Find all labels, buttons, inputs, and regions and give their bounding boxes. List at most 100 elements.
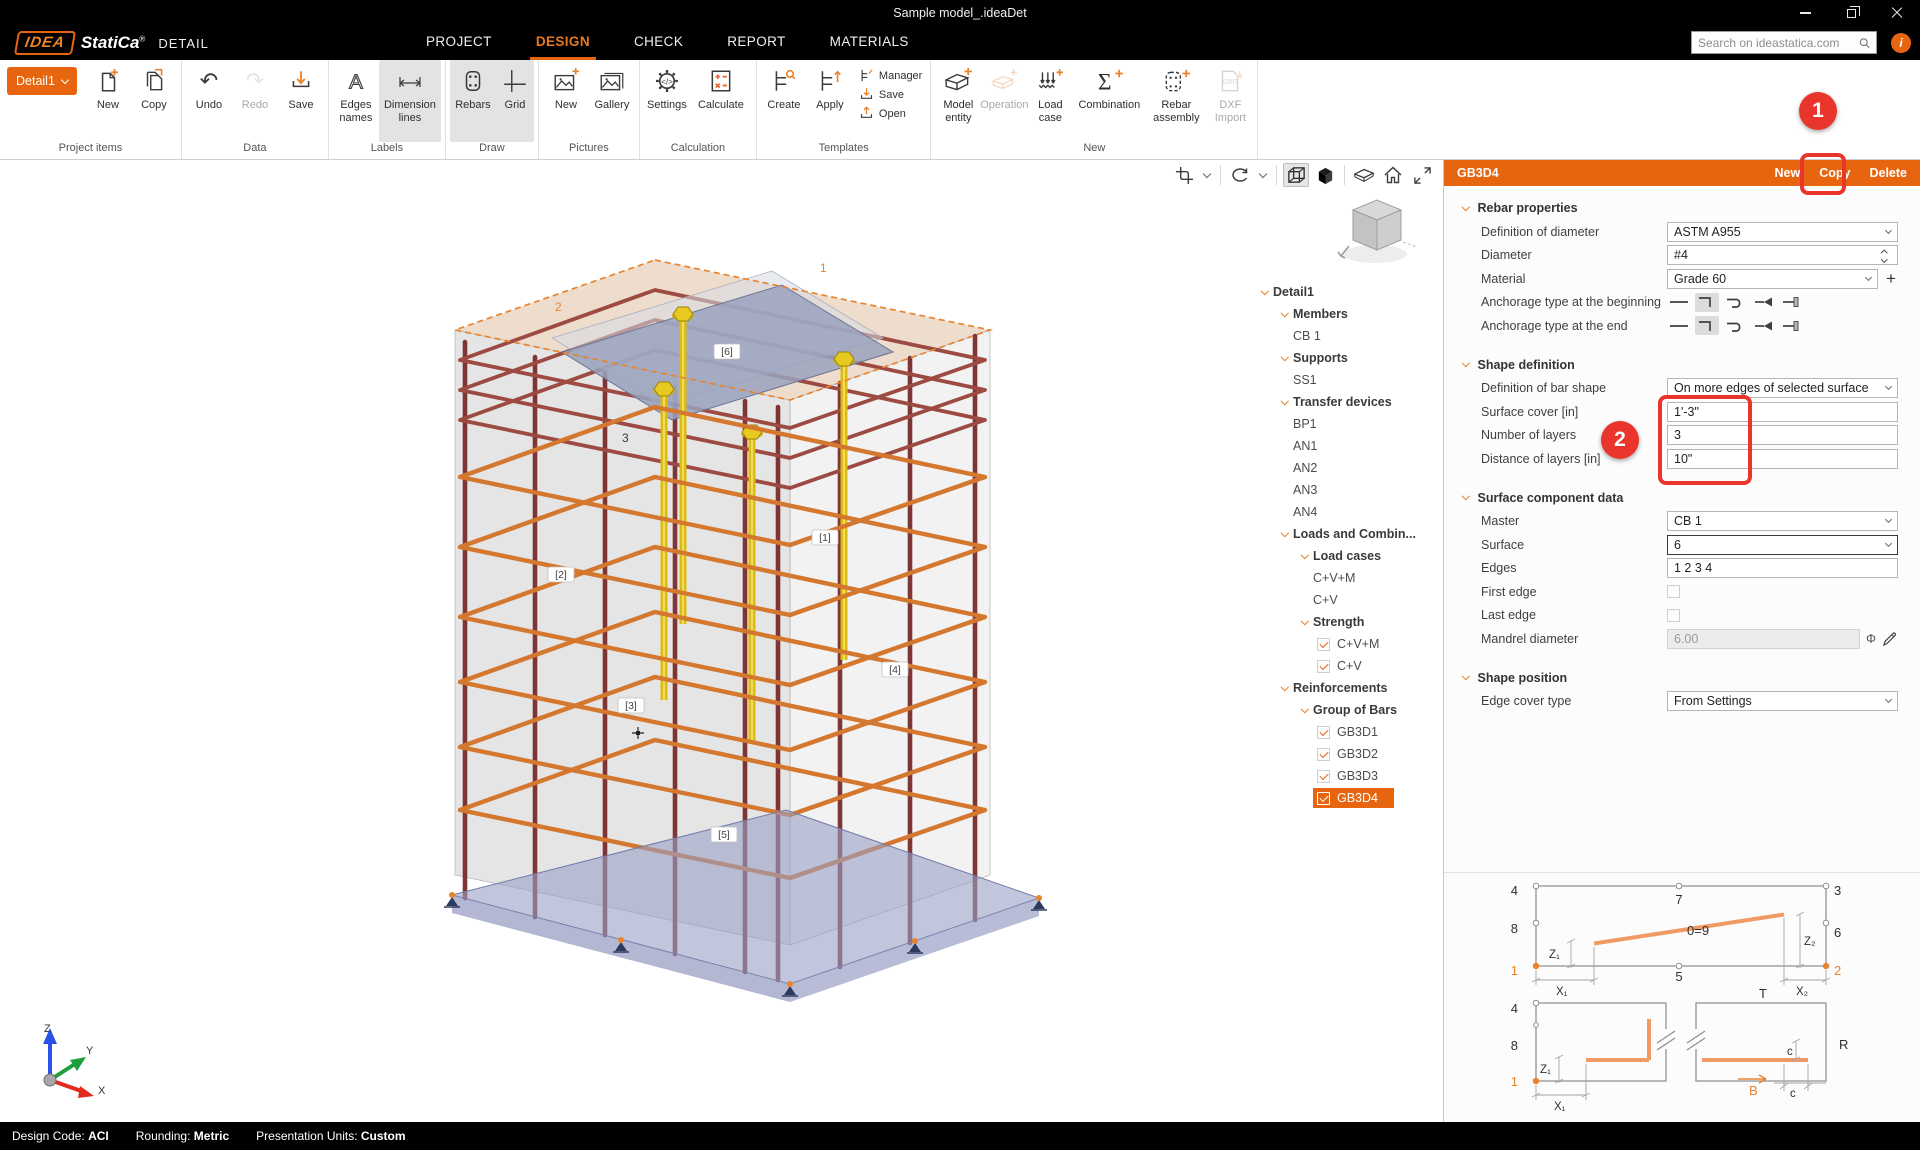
tree-item-members[interactable]: Members [1253,303,1443,325]
apply-template-button[interactable]: Apply [807,60,853,142]
close-button[interactable] [1874,0,1920,26]
search-input[interactable] [1698,36,1853,50]
checkbox-checked[interactable] [1317,638,1330,651]
rebar-assembly-button[interactable]: Rebar assembly [1145,60,1207,142]
surface-select[interactable]: 6 [1667,535,1898,555]
spinner-icon[interactable] [1877,249,1891,262]
diameter-stepper[interactable]: #4 [1667,245,1898,265]
new-project-item-button[interactable]: New [85,60,131,142]
tree-item-an2[interactable]: AN2 [1253,457,1443,479]
tab-check[interactable]: CHECK [628,26,689,60]
tree-item-group-of-bars[interactable]: Group of Bars [1253,699,1443,721]
edge-cover-type-select[interactable]: From Settings [1667,691,1898,711]
tree-item-bp1[interactable]: BP1 [1253,413,1443,435]
checkbox-checked[interactable] [1317,726,1330,739]
search-box[interactable] [1691,31,1877,54]
model-3d[interactable]: 1 2 3 [6] [2] [1] [4] [3] [5] [440,230,1050,1020]
anchorage-plate-icon[interactable] [1779,293,1803,312]
checkbox-checked[interactable] [1317,748,1330,761]
load-case-button[interactable]: Load case [1027,60,1073,142]
definition-of-diameter-select[interactable]: ASTM A955 [1667,222,1898,242]
delete-entity-button[interactable]: Delete [1869,166,1907,180]
new-entity-button[interactable]: New [1775,166,1801,180]
master-select[interactable]: CB 1 [1667,511,1898,531]
crop-options-button[interactable] [1200,163,1214,187]
gallery-button[interactable]: Gallery [589,60,635,142]
solid-view-button[interactable] [1312,163,1338,187]
create-template-button[interactable]: Create [761,60,807,142]
new-picture-button[interactable]: New [543,60,589,142]
dxf-import-button[interactable]: DXF DXF Import [1207,60,1253,142]
viewport-3d[interactable]: 1 2 3 [6] [2] [1] [4] [3] [5] [0,160,1443,1122]
tree-item-strength[interactable]: Strength [1253,611,1443,633]
checkbox-checked[interactable] [1317,792,1330,805]
model-entity-button[interactable]: Model entity [935,60,981,142]
tab-project[interactable]: PROJECT [420,26,498,60]
tab-report[interactable]: REPORT [721,26,791,60]
material-select[interactable]: Grade 60 [1667,269,1878,289]
template-save-button[interactable]: Save [859,87,922,102]
settings-button[interactable]: </> Settings [644,60,690,142]
anchorage-straight-icon[interactable] [1667,316,1691,335]
grid-button[interactable]: Grid [496,60,534,142]
checkbox-checked[interactable] [1317,770,1330,783]
tree-item-load-case-cv[interactable]: C+V [1253,589,1443,611]
operation-button[interactable]: Operation [981,60,1027,142]
tree-item-load-case-cvm[interactable]: C+V+M [1253,567,1443,589]
anchorage-hook-180-icon[interactable] [1723,293,1747,312]
home-view-button[interactable] [1380,163,1406,187]
section-view-button[interactable] [1351,163,1377,187]
tree-item-gb3d1[interactable]: GB3D1 [1253,721,1443,743]
tree-item-reinforcements[interactable]: Reinforcements [1253,677,1443,699]
edit-pencil-button[interactable] [1882,631,1898,647]
anchorage-bend-90-icon[interactable] [1695,316,1719,335]
view-cube[interactable] [1325,190,1429,274]
template-open-button[interactable]: Open [859,106,922,121]
tree-item-an1[interactable]: AN1 [1253,435,1443,457]
add-material-button[interactable]: + [1884,270,1898,287]
anchorage-head-icon[interactable] [1751,316,1775,335]
section-header-rebar-properties[interactable]: Rebar properties [1463,196,1898,220]
tree-item-strength-cv[interactable]: C+V [1253,655,1443,677]
anchorage-head-icon[interactable] [1751,293,1775,312]
tab-materials[interactable]: MATERIALS [824,26,915,60]
section-header-surface-component-data[interactable]: Surface component data [1463,486,1898,510]
undo-button[interactable]: ↶ Undo [186,60,232,142]
tree-item-detail1[interactable]: Detail1 [1253,281,1443,303]
wireframe-view-button[interactable] [1283,163,1309,187]
tree-item-gb3d4-selected[interactable]: GB3D4 [1253,787,1443,809]
info-button[interactable]: i [1891,33,1911,53]
tab-design[interactable]: DESIGN [530,26,596,60]
section-header-shape-position[interactable]: Shape position [1463,666,1898,690]
tree-item-gb3d3[interactable]: GB3D3 [1253,765,1443,787]
rebars-button[interactable]: Rebars [450,60,496,142]
anchorage-bend-90-icon[interactable] [1695,293,1719,312]
tree-item-cb1[interactable]: CB 1 [1253,325,1443,347]
dimension-lines-button[interactable]: Dimension lines [379,60,441,142]
combination-button[interactable]: Σ Combination [1073,60,1145,142]
anchorage-hook-180-icon[interactable] [1723,316,1747,335]
anchorage-plate-icon[interactable] [1779,316,1803,335]
minimize-button[interactable] [1782,0,1828,26]
tree-item-load-cases[interactable]: Load cases [1253,545,1443,567]
tree-item-ss1[interactable]: SS1 [1253,369,1443,391]
tree-item-an4[interactable]: AN4 [1253,501,1443,523]
edges-names-button[interactable]: A Edges names [333,60,379,142]
tree-item-an3[interactable]: AN3 [1253,479,1443,501]
tree-item-transfer-devices[interactable]: Transfer devices [1253,391,1443,413]
crop-view-button[interactable] [1171,163,1197,187]
last-edge-checkbox[interactable] [1667,609,1680,622]
maximize-button[interactable] [1828,0,1874,26]
rotate-view-button[interactable] [1227,163,1253,187]
calculate-button[interactable]: Calculate [690,60,752,142]
copy-project-item-button[interactable]: Copy [131,60,177,142]
save-button[interactable]: Save [278,60,324,142]
rotate-options-button[interactable] [1256,163,1270,187]
edges-input[interactable] [1667,558,1898,578]
fullscreen-button[interactable] [1409,163,1435,187]
project-selector[interactable]: Detail1 [7,67,77,95]
template-manager-button[interactable]: Manager [859,68,922,83]
redo-button[interactable]: ↷ Redo [232,60,278,142]
section-header-shape-definition[interactable]: Shape definition [1463,353,1898,377]
tree-item-loads-and-combinations[interactable]: Loads and Combin... [1253,523,1443,545]
